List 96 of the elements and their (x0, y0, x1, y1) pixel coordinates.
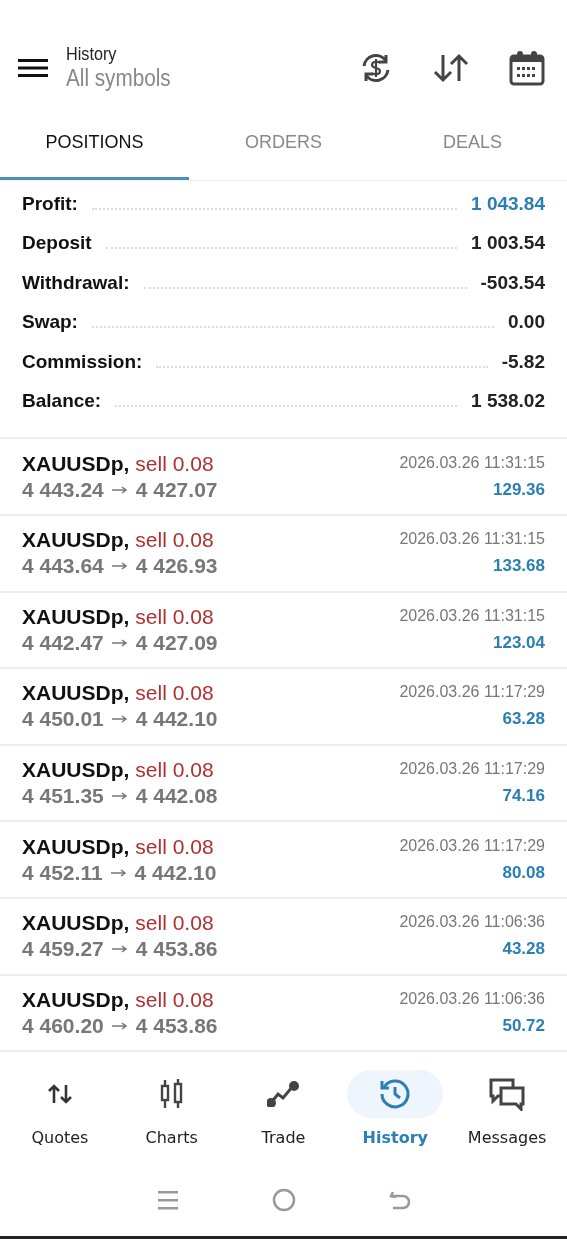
summary-label: Commission: (22, 350, 143, 373)
symbol-name: XAUUSDp, (22, 451, 130, 475)
symbol-name: XAUUSDp, (22, 528, 130, 552)
open-price: 4 459.27 (22, 937, 104, 962)
summary-label: Profit: (22, 193, 78, 215)
symbol-name: XAUUSDp, (22, 681, 130, 705)
close-time: 2026.03.26 11:17:29 (399, 760, 545, 778)
symbol-name: XAUUSDp, (22, 911, 130, 935)
open-price: 4 460.20 (22, 1013, 104, 1038)
home-icon[interactable] (271, 1188, 296, 1213)
trade-side: sell 0.08 (135, 834, 214, 858)
summary-label: Balance: (22, 389, 102, 412)
position-profit: 80.08 (502, 862, 545, 883)
nav-item[interactable]: History (339, 1064, 452, 1165)
close-price: 4 453.86 (135, 937, 218, 962)
arrow-icon (111, 638, 128, 647)
trade-side: sell 0.08 (135, 451, 214, 475)
nav-item[interactable]: Quotes (4, 1064, 116, 1165)
summary-value: 1 043.84 (471, 193, 545, 215)
chat-icon (488, 1077, 527, 1112)
position-row[interactable]: XAUUSDp, sell 0.08 4 442.47 4 427.09 2026.03.26 11:31:15 123.04 (0, 592, 567, 670)
arrow-icon (111, 945, 128, 954)
position-row[interactable]: XAUUSDp, sell 0.08 4 451.35 4 442.08 2026.03.26 11:17:29 74.16 (0, 745, 567, 823)
close-price: 4 453.86 (135, 1013, 218, 1038)
recent-apps-icon[interactable] (156, 1189, 179, 1212)
nav-item[interactable]: Messages (451, 1064, 563, 1165)
position-profit: 74.16 (502, 786, 545, 806)
trade-side: sell 0.08 (135, 681, 214, 705)
symbol-filter[interactable]: All symbols (66, 65, 171, 92)
close-price: 4 426.93 (135, 554, 218, 579)
summary-value: 1 003.54 (471, 232, 545, 255)
trade-side: sell 0.08 (135, 911, 214, 935)
arrow-icon (111, 485, 128, 494)
position-profit: 123.04 (493, 632, 545, 653)
candlestick-icon (158, 1078, 185, 1111)
open-price: 4 450.01 (22, 707, 104, 732)
close-price: 4 442.08 (135, 784, 218, 808)
trade-side: sell 0.08 (135, 604, 214, 628)
tab[interactable]: POSITIONS (0, 108, 189, 180)
position-profit: 63.28 (502, 709, 545, 730)
position-row[interactable]: XAUUSDp, sell 0.08 4 452.11 4 442.10 2026.03.26 11:17:29 80.08 (0, 822, 567, 899)
position-row[interactable]: XAUUSDp, sell 0.08 4 460.20 4 453.86 2026.03.26 11:06:36 50.72 (0, 975, 567, 1053)
close-time: 2026.03.26 11:31:15 (399, 453, 545, 472)
position-row[interactable]: XAUUSDp, sell 0.08 4 459.27 4 453.86 2026.03.26 11:06:36 43.28 (0, 898, 567, 976)
position-row[interactable]: XAUUSDp, sell 0.08 4 443.24 4 427.07 2026.03.26 11:31:15 129.36 (0, 439, 567, 516)
arrows-icon (46, 1083, 73, 1106)
open-price: 4 443.64 (22, 554, 104, 579)
arrow-icon (111, 715, 128, 724)
nav-item[interactable]: Trade (227, 1064, 340, 1165)
close-price: 4 427.07 (135, 477, 218, 502)
close-price: 4 442.10 (135, 707, 218, 732)
sort-icon[interactable] (433, 53, 469, 83)
open-price: 4 442.47 (22, 630, 104, 655)
close-time: 2026.03.26 11:31:15 (399, 606, 545, 625)
trade-side: sell 0.08 (135, 987, 214, 1011)
close-time: 2026.03.26 11:31:15 (399, 530, 545, 549)
symbol-name: XAUUSDp, (22, 987, 130, 1011)
open-price: 4 443.24 (22, 477, 104, 502)
position-row[interactable]: XAUUSDp, sell 0.08 4 443.64 4 426.93 2026.03.26 11:31:15 133.68 (0, 515, 567, 593)
arrow-icon (111, 562, 128, 571)
arrow-icon (110, 868, 127, 877)
summary-value: -503.54 (480, 271, 545, 294)
close-price: 4 442.10 (134, 860, 217, 885)
close-time: 2026.03.26 11:17:29 (399, 836, 545, 855)
trade-side: sell 0.08 (135, 528, 214, 552)
summary-value: 1 538.02 (471, 389, 545, 412)
summary-label: Swap: (22, 311, 78, 334)
trade-side: sell 0.08 (135, 758, 214, 781)
header-title: History (66, 44, 118, 65)
summary-label: Withdrawal: (22, 271, 130, 294)
close-price: 4 427.09 (135, 630, 218, 655)
tab[interactable]: DEALS (378, 108, 567, 180)
position-row[interactable]: XAUUSDp, sell 0.08 4 450.01 4 442.10 2026.03.26 11:17:29 63.28 (0, 669, 567, 746)
menu-icon[interactable] (18, 58, 48, 78)
close-time: 2026.03.26 11:06:36 (399, 913, 545, 932)
close-time: 2026.03.26 11:17:29 (399, 683, 545, 702)
open-price: 4 452.11 (22, 860, 103, 885)
symbol-name: XAUUSDp, (22, 758, 130, 781)
summary-value: -5.82 (501, 350, 545, 373)
symbol-name: XAUUSDp, (22, 834, 130, 858)
position-profit: 43.28 (502, 939, 545, 960)
symbol-name: XAUUSDp, (22, 604, 130, 628)
tab[interactable]: ORDERS (189, 108, 378, 180)
position-profit: 129.36 (493, 479, 545, 500)
position-profit: 50.72 (502, 1015, 545, 1036)
close-time: 2026.03.26 11:06:36 (399, 989, 545, 1008)
calendar-icon[interactable] (509, 50, 545, 86)
back-icon[interactable] (388, 1189, 411, 1212)
position-profit: 133.68 (493, 556, 545, 577)
arrow-icon (111, 792, 128, 800)
nav-item[interactable]: Charts (115, 1064, 228, 1165)
line-chart-icon (267, 1081, 300, 1108)
open-price: 4 451.35 (22, 784, 104, 808)
arrow-icon (111, 1021, 128, 1030)
summary-value: 0.00 (508, 311, 545, 334)
summary-label: Deposit (22, 232, 92, 255)
